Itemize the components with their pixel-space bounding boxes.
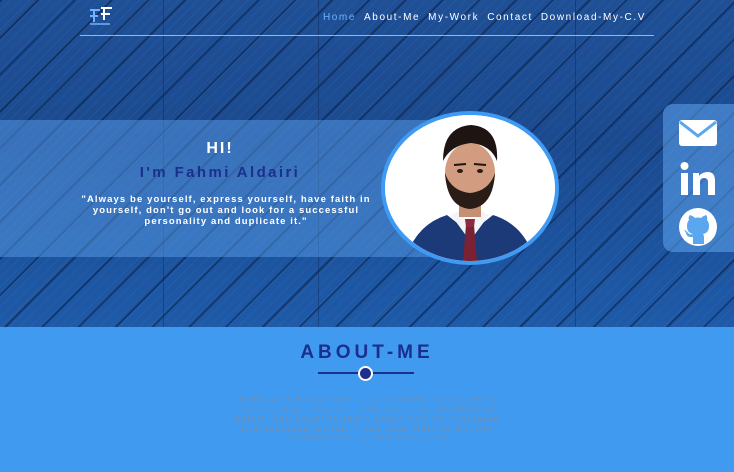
greeting: HI! — [206, 140, 234, 157]
nav-item-download-cv[interactable]: Download-My-C.V — [541, 12, 646, 23]
main-nav: Home About-Me My-Work Contact Download-M… — [323, 12, 646, 23]
social-bar — [663, 104, 734, 252]
ff-monogram-logo-icon[interactable] — [88, 6, 114, 26]
github-icon[interactable] — [677, 206, 719, 248]
about-title: ABOUT-ME — [300, 342, 434, 363]
nav-item-about-me[interactable]: About-Me — [364, 12, 420, 23]
hero-name: I'm Fahmi Aldairi — [139, 164, 301, 181]
hero-quote: "Always be yourself, express yourself, h… — [81, 194, 371, 227]
about-description: I followed my passion as part of the dev… — [234, 394, 500, 443]
plank-seam — [575, 0, 576, 327]
mail-icon[interactable] — [677, 110, 719, 152]
nav-item-home[interactable]: Home — [323, 12, 356, 23]
avatar — [381, 111, 559, 265]
nav-item-contact[interactable]: Contact — [487, 12, 533, 23]
profile-photo — [385, 115, 555, 261]
linkedin-icon[interactable] — [677, 158, 719, 200]
title-divider-dot — [358, 366, 373, 381]
nav-item-my-work[interactable]: My-Work — [428, 12, 479, 23]
nav-divider — [80, 35, 654, 36]
